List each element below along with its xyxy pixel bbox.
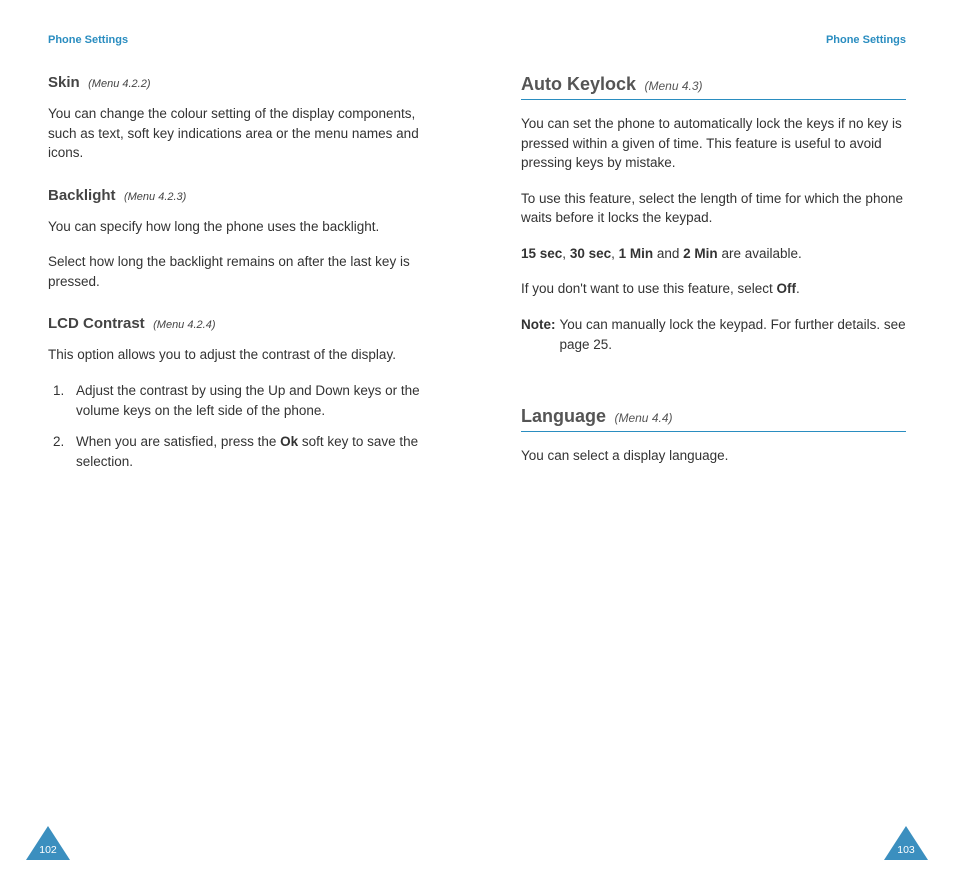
note-text: You can manually lock the keypad. For fu… bbox=[560, 315, 907, 354]
text-fragment: , bbox=[562, 246, 570, 261]
section-auto-keylock: Auto Keylock (Menu 4.3) You can set the … bbox=[521, 74, 906, 354]
page-right: Phone Settings Auto Keylock (Menu 4.3) Y… bbox=[477, 0, 954, 876]
bold-text: Note bbox=[521, 317, 551, 332]
text-fragment: and bbox=[653, 246, 683, 261]
bold-text: 30 sec bbox=[570, 246, 611, 261]
text-fragment: . bbox=[796, 281, 800, 296]
text-fragment: , bbox=[611, 246, 619, 261]
section-language: Language (Menu 4.4) You can select a dis… bbox=[521, 406, 906, 466]
major-heading: Language (Menu 4.4) bbox=[521, 406, 906, 432]
section-lcd-contrast: LCD Contrast (Menu 4.2.4) This option al… bbox=[48, 315, 433, 471]
major-menu-ref: (Menu 4.4) bbox=[614, 411, 672, 425]
text-fragment: are available. bbox=[718, 246, 802, 261]
body-text: Select how long the backlight remains on… bbox=[48, 252, 433, 291]
text-fragment: : bbox=[551, 317, 556, 332]
section-title: Skin bbox=[48, 74, 80, 91]
section-heading: Skin (Menu 4.2.2) bbox=[48, 74, 433, 92]
note: Note: You can manually lock the keypad. … bbox=[521, 315, 906, 354]
spacer bbox=[521, 378, 906, 406]
running-head-left: Phone Settings bbox=[48, 34, 433, 46]
section-title: LCD Contrast bbox=[48, 315, 145, 332]
bold-text: Off bbox=[776, 281, 796, 296]
major-title: Auto Keylock bbox=[521, 74, 636, 94]
body-text: This option allows you to adjust the con… bbox=[48, 345, 433, 365]
major-menu-ref: (Menu 4.3) bbox=[644, 79, 702, 93]
options-line: 15 sec, 30 sec, 1 Min and 2 Min are avai… bbox=[521, 244, 906, 264]
section-menu-ref: (Menu 4.2.2) bbox=[88, 78, 150, 90]
body-text: You can select a display language. bbox=[521, 446, 906, 466]
section-menu-ref: (Menu 4.2.4) bbox=[153, 319, 215, 331]
major-title: Language bbox=[521, 406, 606, 426]
list-item: When you are satisfied, press the Ok sof… bbox=[68, 432, 433, 471]
major-heading: Auto Keylock (Menu 4.3) bbox=[521, 74, 906, 100]
body-text: To use this feature, select the length o… bbox=[521, 189, 906, 228]
page-number: 103 bbox=[884, 844, 928, 856]
section-heading: Backlight (Menu 4.2.3) bbox=[48, 187, 433, 205]
section-skin: Skin (Menu 4.2.2) You can change the col… bbox=[48, 74, 433, 163]
page-spread: Phone Settings Skin (Menu 4.2.2) You can… bbox=[0, 0, 954, 876]
body-text: You can set the phone to automatically l… bbox=[521, 114, 906, 173]
page-number: 102 bbox=[26, 844, 70, 856]
note-label: Note: bbox=[521, 315, 556, 354]
ordered-steps: Adjust the contrast by using the Up and … bbox=[48, 381, 433, 471]
section-menu-ref: (Menu 4.2.3) bbox=[124, 191, 186, 203]
bold-text: 1 Min bbox=[619, 246, 654, 261]
bold-text: 2 Min bbox=[683, 246, 718, 261]
text-fragment: When you are satisfied, press the bbox=[76, 434, 280, 449]
list-item: Adjust the contrast by using the Up and … bbox=[68, 381, 433, 420]
body-text: You can specify how long the phone uses … bbox=[48, 217, 433, 237]
page-left: Phone Settings Skin (Menu 4.2.2) You can… bbox=[0, 0, 477, 876]
body-text: You can change the colour setting of the… bbox=[48, 104, 433, 163]
bold-text: 15 sec bbox=[521, 246, 562, 261]
section-title: Backlight bbox=[48, 187, 116, 204]
running-head-right: Phone Settings bbox=[521, 34, 906, 46]
bold-text: Ok bbox=[280, 434, 298, 449]
off-line: If you don't want to use this feature, s… bbox=[521, 279, 906, 299]
section-heading: LCD Contrast (Menu 4.2.4) bbox=[48, 315, 433, 333]
section-backlight: Backlight (Menu 4.2.3) You can specify h… bbox=[48, 187, 433, 292]
text-fragment: If you don't want to use this feature, s… bbox=[521, 281, 776, 296]
